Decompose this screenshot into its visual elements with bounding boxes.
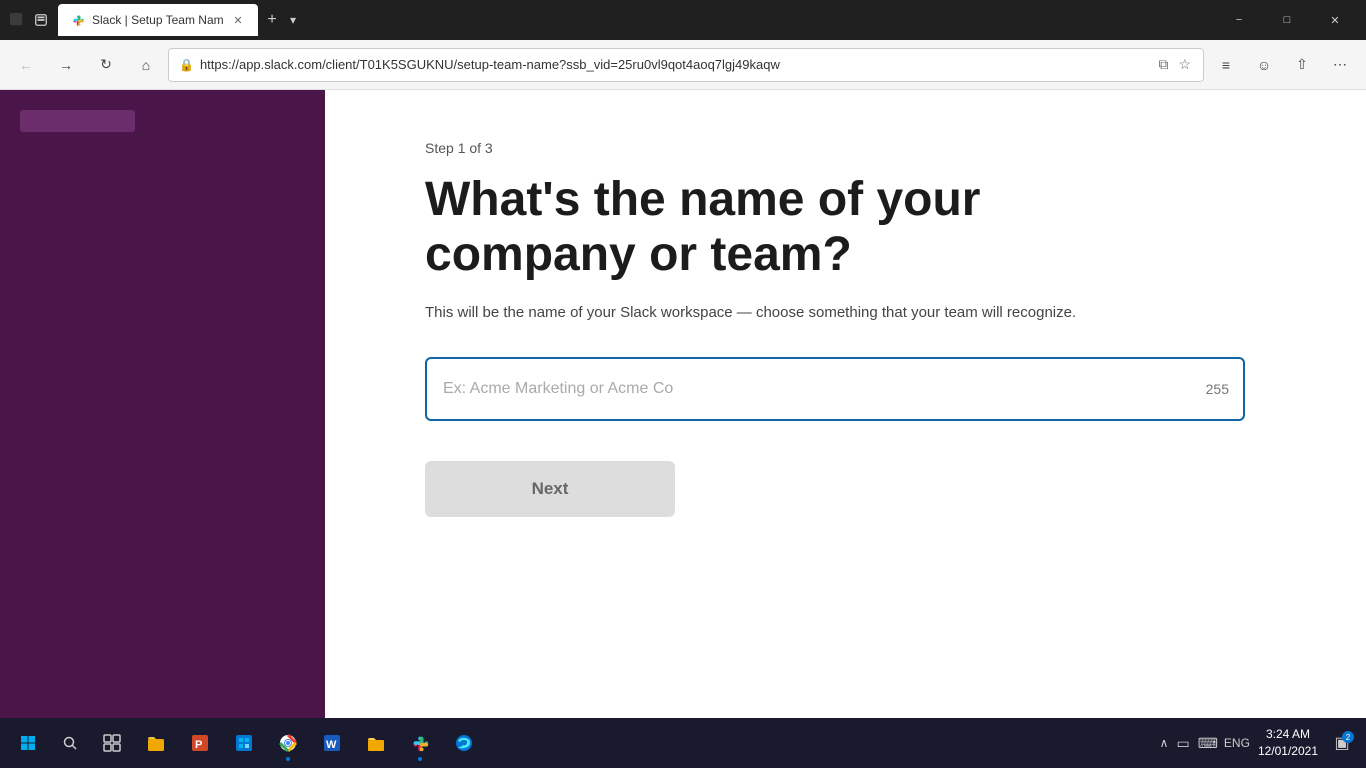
- input-wrapper: 255: [425, 357, 1245, 421]
- back-button[interactable]: ←: [8, 47, 44, 83]
- url-text: https://app.slack.com/client/T01K5SGUKNU…: [200, 57, 1150, 72]
- main-area: Step 1 of 3 What's the name of your comp…: [0, 90, 1366, 718]
- more-options-icon[interactable]: ⋯: [1322, 47, 1358, 83]
- lang-label[interactable]: ENG: [1224, 736, 1250, 750]
- minimize-button[interactable]: −: [1216, 0, 1262, 40]
- taskbar-app-powerpoint[interactable]: P: [180, 723, 220, 763]
- battery-icon: ▭: [1176, 735, 1189, 752]
- url-actions: ⧉ ☆: [1156, 54, 1193, 75]
- home-button[interactable]: ⌂: [128, 47, 164, 83]
- favorites-icon[interactable]: ☆: [1176, 54, 1193, 75]
- new-tab-button[interactable]: +: [258, 6, 286, 34]
- notification-badge: 2: [1342, 731, 1354, 743]
- sub-text: This will be the name of your Slack work…: [425, 302, 1205, 325]
- toolbar-icons: ≡ ☺ ⇧ ⋯: [1208, 47, 1358, 83]
- titlebar-left: [8, 11, 50, 29]
- next-button[interactable]: Next: [425, 461, 675, 517]
- forward-button[interactable]: →: [48, 47, 84, 83]
- titlebar: Slack | Setup Team Nam ✕ + ▾ − □ ✕: [0, 0, 1366, 40]
- reload-button[interactable]: ↻: [88, 47, 124, 83]
- tab-dropdown-button[interactable]: ▾: [286, 9, 300, 31]
- keyboard-icon: ⌨: [1198, 735, 1218, 752]
- browser-back-icon[interactable]: [8, 11, 26, 29]
- sidebar-logo-bar: [20, 110, 135, 132]
- svg-text:W: W: [326, 739, 337, 751]
- lock-icon: 🔒: [179, 58, 194, 72]
- sidebar: [0, 90, 325, 718]
- taskbar-app-store[interactable]: [224, 723, 264, 763]
- taskbar-app-chrome[interactable]: [268, 723, 308, 763]
- split-view-icon[interactable]: ⧉: [1156, 54, 1170, 75]
- profile-icon[interactable]: ☺: [1246, 47, 1282, 83]
- start-button[interactable]: [8, 723, 48, 763]
- tab-favicon: [70, 12, 86, 28]
- url-bar[interactable]: 🔒 https://app.slack.com/client/T01K5SGUK…: [168, 48, 1204, 82]
- tab-bar: Slack | Setup Team Nam ✕ + ▾: [58, 4, 1208, 36]
- char-count: 255: [1206, 381, 1229, 397]
- taskbar-app-edge[interactable]: [444, 723, 484, 763]
- reading-list-icon[interactable]: ≡: [1208, 47, 1244, 83]
- sidebar-logo-area: [0, 90, 325, 152]
- tab-title: Slack | Setup Team Nam: [92, 13, 224, 27]
- browser-pages-icon[interactable]: [32, 11, 50, 29]
- taskbar-app-taskview[interactable]: [92, 723, 132, 763]
- taskbar: P W: [0, 718, 1366, 768]
- taskbar-app-files[interactable]: [356, 723, 396, 763]
- taskbar-app-file-explorer[interactable]: [136, 723, 176, 763]
- taskbar-right: ∧ ▭ ⌨ ENG 3:24 AM 12/01/2021 ▣ 2: [1160, 726, 1358, 760]
- share-icon[interactable]: ⇧: [1284, 47, 1320, 83]
- window-controls: − □ ✕: [1216, 0, 1358, 40]
- notification-center-button[interactable]: ▣ 2: [1326, 727, 1358, 759]
- search-button[interactable]: [52, 725, 88, 761]
- taskbar-app-slack[interactable]: [400, 723, 440, 763]
- tab-active[interactable]: Slack | Setup Team Nam ✕: [58, 4, 258, 36]
- maximize-button[interactable]: □: [1264, 0, 1310, 40]
- content-area: Step 1 of 3 What's the name of your comp…: [325, 90, 1366, 718]
- taskbar-clock[interactable]: 3:24 AM 12/01/2021: [1258, 726, 1318, 760]
- tab-close-button[interactable]: ✕: [230, 12, 246, 28]
- addressbar: ← → ↻ ⌂ 🔒 https://app.slack.com/client/T…: [0, 40, 1366, 90]
- svg-text:P: P: [195, 739, 202, 751]
- system-tray-expand[interactable]: ∧: [1160, 736, 1169, 750]
- taskbar-app-word[interactable]: W: [312, 723, 352, 763]
- taskbar-system-icons: ⌨ ENG: [1198, 735, 1250, 752]
- main-heading: What's the name of your company or team?: [425, 172, 1175, 282]
- team-name-input[interactable]: [425, 357, 1245, 421]
- close-button[interactable]: ✕: [1312, 0, 1358, 40]
- step-label: Step 1 of 3: [425, 140, 1306, 156]
